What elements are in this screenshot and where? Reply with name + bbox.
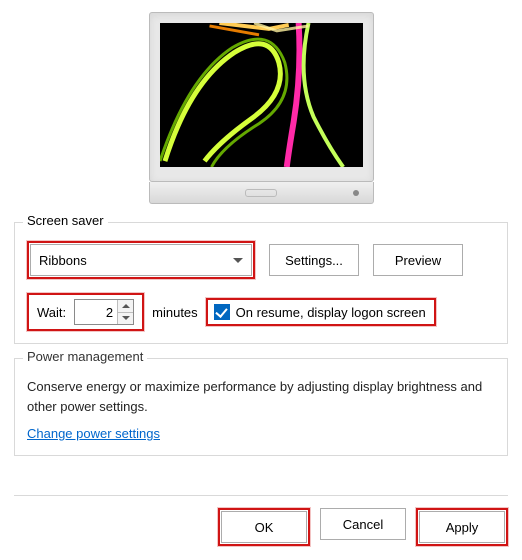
highlight-box: Ribbons <box>27 241 255 279</box>
wait-spinner-down[interactable] <box>118 313 133 325</box>
wait-label: Wait: <box>37 305 66 320</box>
apply-button[interactable]: Apply <box>419 511 505 543</box>
resume-checkbox[interactable] <box>214 304 230 320</box>
monitor-frame <box>149 12 374 204</box>
wait-input[interactable] <box>75 300 117 324</box>
chevron-down-icon <box>122 316 130 320</box>
power-management-text: Conserve energy or maximize performance … <box>27 377 495 416</box>
monitor-bezel <box>149 12 374 182</box>
screensaver-preview <box>14 12 508 204</box>
preview-button[interactable]: Preview <box>373 244 463 276</box>
wait-spinner[interactable] <box>74 299 134 325</box>
highlight-box: Apply <box>416 508 508 546</box>
minutes-label: minutes <box>152 305 198 320</box>
cancel-button[interactable]: Cancel <box>320 508 406 540</box>
chevron-up-icon <box>122 304 130 308</box>
monitor-screen <box>160 23 363 167</box>
highlight-box: On resume, display logon screen <box>206 298 436 326</box>
settings-button[interactable]: Settings... <box>269 244 359 276</box>
footer-buttons: OK Cancel Apply <box>14 495 508 546</box>
chevron-down-icon <box>233 258 243 263</box>
power-management-title: Power management <box>23 349 147 364</box>
screensaver-group: Screen saver Ribbons Settings... Preview… <box>14 222 508 344</box>
resume-checkbox-label: On resume, display logon screen <box>236 305 426 320</box>
ribbons-preview-icon <box>160 23 363 167</box>
monitor-base <box>149 182 374 204</box>
change-power-settings-link[interactable]: Change power settings <box>27 426 160 441</box>
power-management-group: Power management Conserve energy or maxi… <box>14 358 508 456</box>
highlight-box: Wait: <box>27 293 144 331</box>
ok-button[interactable]: OK <box>221 511 307 543</box>
screensaver-dropdown[interactable]: Ribbons <box>30 244 252 276</box>
screensaver-group-title: Screen saver <box>23 213 108 228</box>
screensaver-dropdown-value: Ribbons <box>39 253 87 268</box>
wait-spinner-up[interactable] <box>118 300 133 313</box>
highlight-box: OK <box>218 508 310 546</box>
